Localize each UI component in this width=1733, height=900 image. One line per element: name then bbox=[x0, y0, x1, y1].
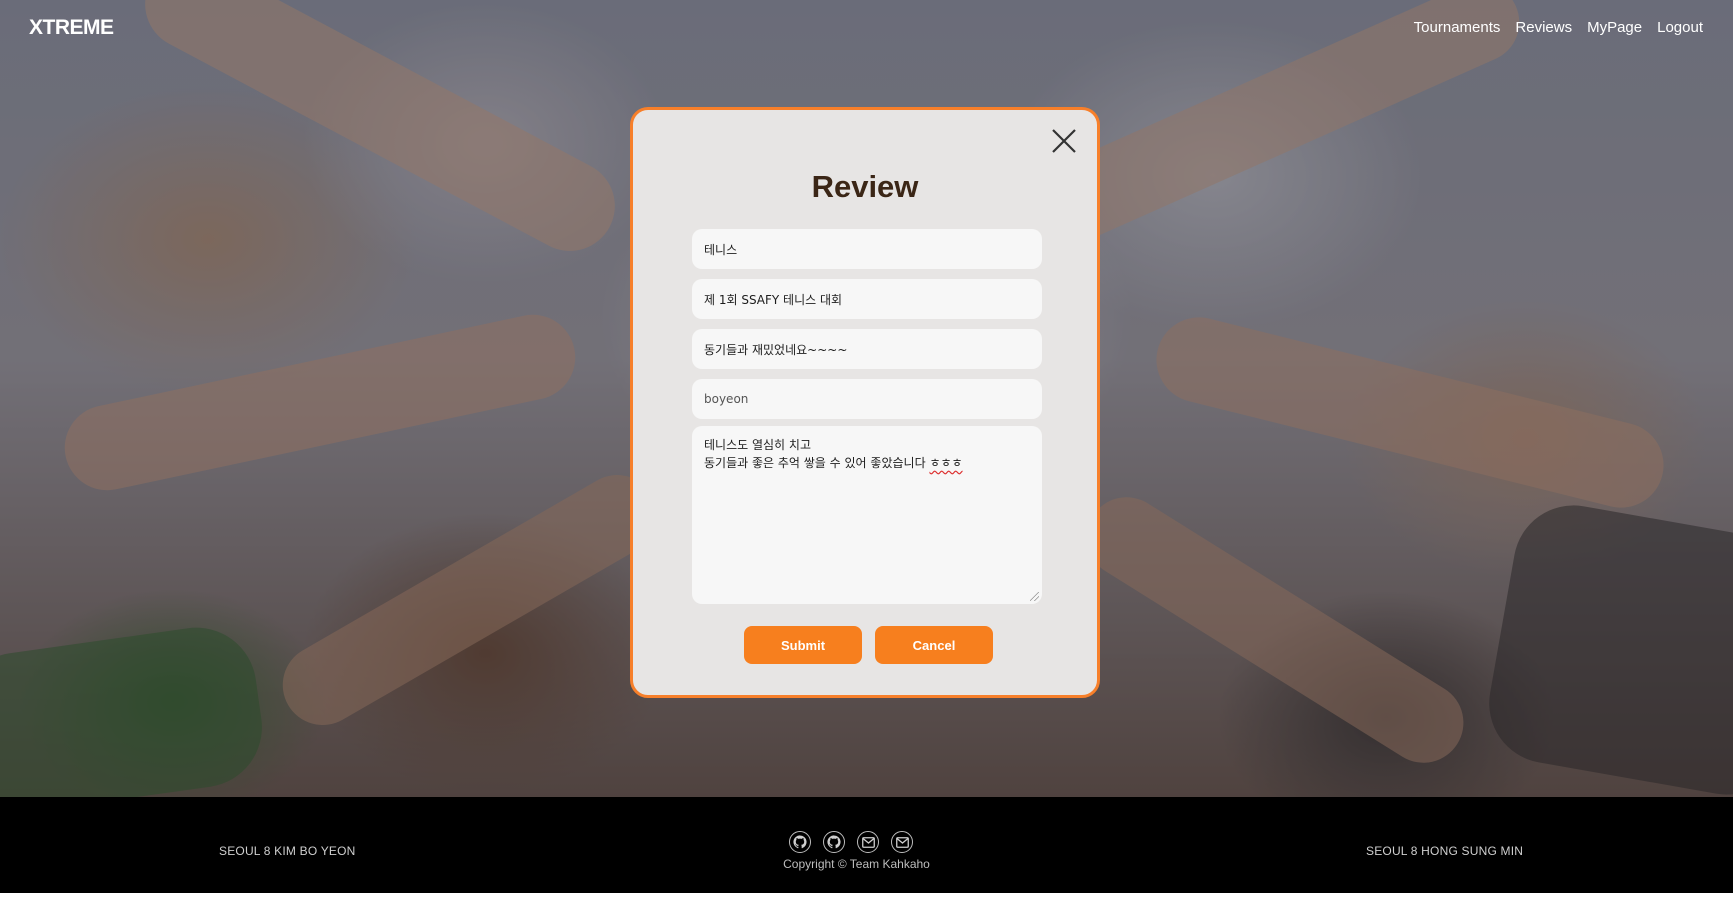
review-content-textarea[interactable]: 테니스도 열심히 치고 동기들과 좋은 추억 쌓을 수 있어 좋았습니다 ㅎㅎㅎ bbox=[692, 426, 1042, 604]
nav-link-reviews[interactable]: Reviews bbox=[1515, 19, 1572, 36]
copyright-text: Copyright © Team Kahkaho bbox=[783, 857, 930, 871]
modal-title: Review bbox=[811, 169, 919, 204]
resize-handle[interactable] bbox=[1030, 592, 1039, 601]
sport-field[interactable] bbox=[692, 229, 1042, 269]
submit-button[interactable]: Submit bbox=[744, 626, 862, 664]
content-line-1: 테니스도 열심히 치고 bbox=[704, 438, 811, 452]
nav-link-tournaments[interactable]: Tournaments bbox=[1414, 19, 1501, 36]
cancel-button[interactable]: Cancel bbox=[875, 626, 993, 664]
tournament-field[interactable] bbox=[692, 279, 1042, 319]
review-modal: Review 테니스도 열심히 치고 동기들과 좋은 추억 쌓을 수 있어 좋았… bbox=[630, 107, 1100, 698]
content-line-2: 동기들과 좋은 추억 쌓을 수 있어 좋았습니다 bbox=[704, 456, 930, 470]
nav-link-logout[interactable]: Logout bbox=[1657, 19, 1703, 36]
site-logo[interactable]: XTREME bbox=[29, 16, 114, 40]
close-icon[interactable] bbox=[1050, 127, 1078, 155]
nav-link-mypage[interactable]: MyPage bbox=[1587, 19, 1642, 36]
github-icon[interactable] bbox=[789, 831, 811, 853]
footer: SEOUL 8 KIM BO YEON Copyright © Team Kah… bbox=[0, 797, 1733, 893]
footer-left-credit: SEOUL 8 KIM BO YEON bbox=[219, 844, 356, 858]
github-icon[interactable] bbox=[823, 831, 845, 853]
footer-icons bbox=[789, 831, 913, 853]
footer-right-credit: SEOUL 8 HONG SUNG MIN bbox=[1366, 844, 1524, 858]
mail-icon[interactable] bbox=[857, 831, 879, 853]
review-title-field[interactable] bbox=[692, 329, 1042, 369]
author-field[interactable] bbox=[692, 379, 1042, 419]
spellcheck-marked-text: ㅎㅎㅎ bbox=[929, 456, 963, 470]
main-nav: Tournaments Reviews MyPage Logout bbox=[1414, 19, 1703, 36]
mail-icon[interactable] bbox=[891, 831, 913, 853]
